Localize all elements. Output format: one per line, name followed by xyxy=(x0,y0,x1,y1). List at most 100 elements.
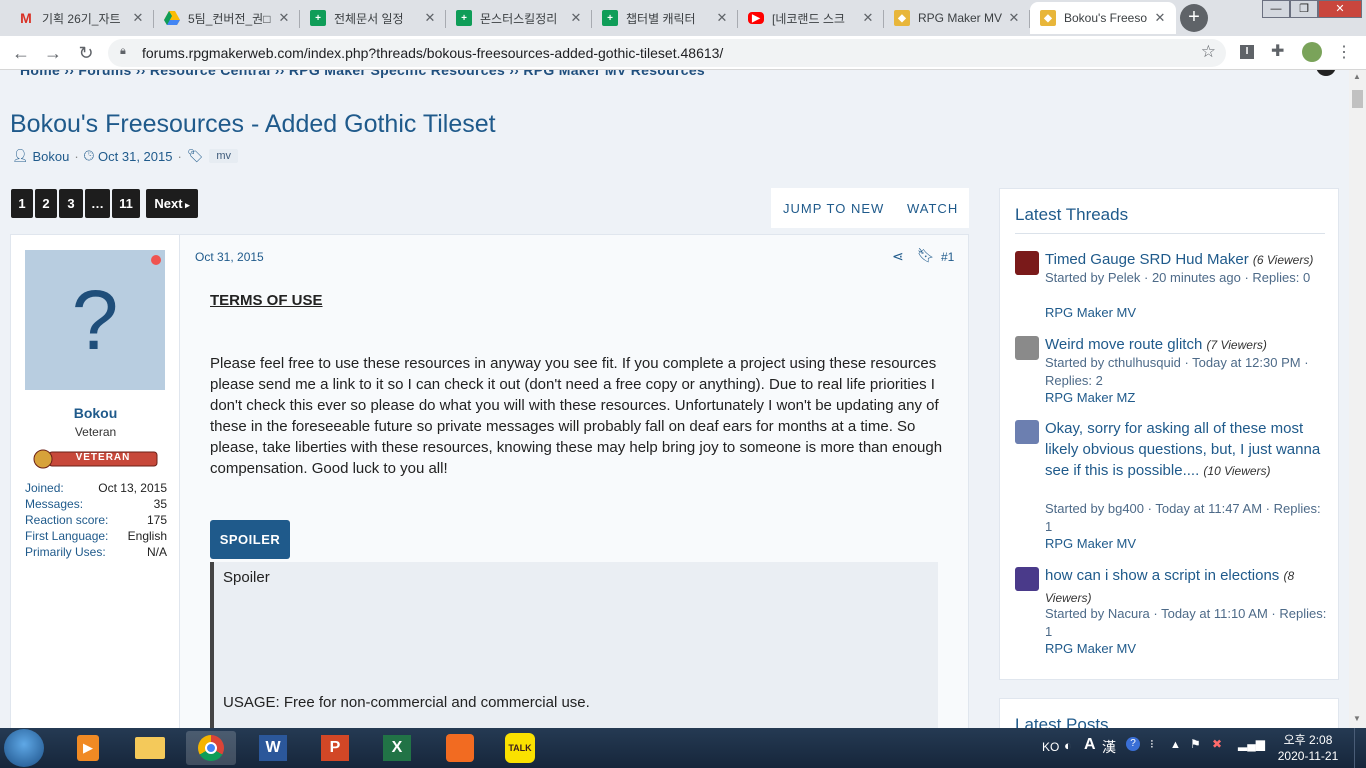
thread-forum[interactable]: RPG Maker MZ xyxy=(1045,390,1135,405)
post-body: TERMS OF USE Please feel free to use the… xyxy=(210,290,950,479)
rpgmaker-icon: ◆ xyxy=(1040,10,1056,26)
page-1-button[interactable]: 1 xyxy=(11,189,33,218)
watch-button[interactable]: WATCH xyxy=(907,201,958,216)
browser-tab[interactable]: M 기획 26기_자트 ✕ xyxy=(8,2,154,34)
browser-tab[interactable]: 5팀_컨버전_권□ ✕ xyxy=(154,2,300,34)
flag-icon[interactable]: ⚑ xyxy=(1190,737,1201,751)
breadcrumb[interactable]: Home ›› Forums ›› Resource Central ›› RP… xyxy=(20,70,705,78)
bookmark-star-icon[interactable]: ☆ xyxy=(1201,42,1216,62)
close-icon[interactable]: ✕ xyxy=(276,10,292,26)
tray-option-icon[interactable]: ⁝ xyxy=(1150,737,1154,751)
show-desktop-button[interactable] xyxy=(1354,728,1366,768)
thread-title[interactable]: Timed Gauge SRD Hud Maker (6 Viewers) xyxy=(1045,249,1330,271)
word-icon[interactable]: W xyxy=(248,731,298,765)
lock-icon[interactable]: 🔒︎ xyxy=(120,45,132,59)
thread-title[interactable]: Okay, sorry for asking all of these most… xyxy=(1045,418,1330,482)
page-ellipsis-button[interactable]: … xyxy=(85,189,110,218)
clock[interactable]: 오후 2:08 2020-11-21 xyxy=(1268,732,1348,764)
cat-app-icon[interactable] xyxy=(435,731,485,765)
profile-avatar[interactable] xyxy=(1302,42,1322,62)
page-3-button[interactable]: 3 xyxy=(59,189,83,218)
maximize-button[interactable]: ❐ xyxy=(1290,0,1318,18)
excel-icon[interactable]: X xyxy=(372,731,422,765)
scrollbar-thumb[interactable] xyxy=(1352,90,1363,108)
thread-title[interactable]: how can i show a script in elections (8 … xyxy=(1045,565,1330,609)
browser-tab-active[interactable]: ◆ Bokou's Freeso ✕ xyxy=(1030,2,1176,34)
thread-forum[interactable]: RPG Maker MV xyxy=(1045,641,1136,656)
network-error-icon[interactable]: ✖ xyxy=(1212,737,1222,751)
omnibox[interactable]: 🔒︎ forums.rpgmakerweb.com/index.php?thre… xyxy=(108,39,1226,67)
url-text[interactable]: forums.rpgmakerweb.com/index.php?threads… xyxy=(142,45,723,61)
browser-tab[interactable]: ▶ [네코랜드 스크 ✕ xyxy=(738,2,884,34)
thread-title[interactable]: Weird move route glitch (7 Viewers) xyxy=(1045,334,1330,356)
caret-right-icon: ▸ xyxy=(182,200,190,210)
sheets-icon: + xyxy=(602,10,618,26)
help-icon[interactable]: ? xyxy=(1126,737,1140,751)
thread-avatar[interactable] xyxy=(1015,420,1039,444)
user-avatar-partial[interactable] xyxy=(1316,70,1336,76)
thread-avatar[interactable] xyxy=(1015,336,1039,360)
thread-author[interactable]: Bokou xyxy=(33,149,70,164)
thread-avatar[interactable] xyxy=(1015,567,1039,591)
close-icon[interactable]: ✕ xyxy=(714,10,730,26)
globe-icon[interactable]: ◐ xyxy=(1064,738,1072,753)
powerpoint-icon[interactable]: P xyxy=(310,731,360,765)
kakaotalk-icon[interactable]: TALK xyxy=(495,731,545,765)
menu-kebab-icon[interactable]: ⋮ xyxy=(1336,42,1352,62)
user-name[interactable]: Bokou xyxy=(11,405,180,421)
page-2-button[interactable]: 2 xyxy=(35,189,57,218)
post-number[interactable]: #1 xyxy=(941,250,954,264)
show-hidden-icons[interactable]: ▲ xyxy=(1170,739,1181,751)
thread-date[interactable]: Oct 31, 2015 xyxy=(98,149,172,164)
extension-i-icon[interactable]: I xyxy=(1240,45,1254,59)
share-icon[interactable]: ⋖ xyxy=(892,248,904,265)
post-date[interactable]: Oct 31, 2015 xyxy=(195,250,264,264)
minimize-button[interactable]: — xyxy=(1262,0,1290,18)
media-player-icon[interactable]: ▶ xyxy=(63,731,113,765)
browser-tab[interactable]: + 몬스터스킬정리 ✕ xyxy=(446,2,592,34)
close-icon[interactable]: ✕ xyxy=(860,10,876,26)
next-page-button[interactable]: Next ▸ xyxy=(146,189,198,218)
scroll-down-icon[interactable]: ▼ xyxy=(1353,714,1361,723)
signal-icon[interactable]: ▂▄▆ xyxy=(1238,737,1265,751)
page-11-button[interactable]: 11 xyxy=(112,189,140,218)
jump-to-new-button[interactable]: JUMP TO NEW xyxy=(783,201,884,216)
latest-threads-heading[interactable]: Latest Threads xyxy=(1015,205,1128,225)
avatar[interactable]: ? xyxy=(25,250,165,390)
close-icon[interactable]: ✕ xyxy=(130,10,146,26)
stat-reaction: Reaction score: 175 xyxy=(25,513,167,527)
close-icon[interactable]: ✕ xyxy=(1006,10,1022,26)
scrollbar[interactable]: ▲ ▼ xyxy=(1349,70,1366,728)
close-icon[interactable]: ✕ xyxy=(422,10,438,26)
ime-hanja[interactable]: 漢 xyxy=(1102,737,1116,757)
tag-mv[interactable]: mv xyxy=(209,149,239,163)
youtube-icon: ▶ xyxy=(748,12,764,24)
file-explorer-icon[interactable] xyxy=(125,731,175,765)
bookmark-icon[interactable]: 🔖︎ xyxy=(917,247,935,264)
forward-icon[interactable]: → xyxy=(42,42,64,64)
thread-forum[interactable]: RPG Maker MV xyxy=(1045,536,1136,551)
latest-posts-heading[interactable]: Latest Posts xyxy=(1015,715,1109,728)
language-indicator[interactable]: KO xyxy=(1042,740,1059,754)
ime-a-icon[interactable]: A xyxy=(1084,736,1096,754)
start-orb[interactable] xyxy=(4,729,44,767)
scroll-up-icon[interactable]: ▲ xyxy=(1353,72,1361,81)
back-icon[interactable]: ← xyxy=(10,42,32,64)
browser-tab[interactable]: + 전체문서 일정 ✕ xyxy=(300,2,446,34)
thread-meta: 👤︎ Bokou · 🕒︎ Oct 31, 2015 · 🏷︎ mv xyxy=(12,148,239,164)
thread-meta: Started by bg400 · Today at 11:47 AM · R… xyxy=(1045,501,1321,534)
extensions-puzzle-icon[interactable]: ✚ xyxy=(1271,41,1284,61)
post: ? Bokou Veteran VETERAN Joined: Oct 13, 2… xyxy=(10,234,969,728)
reload-icon[interactable]: ↻ xyxy=(75,42,97,64)
thread-forum[interactable]: RPG Maker MV xyxy=(1045,305,1136,320)
browser-tab[interactable]: ◆ RPG Maker MV ✕ xyxy=(884,2,1030,34)
browser-tab[interactable]: + 챕터별 캐릭터 ✕ xyxy=(592,2,738,34)
spoiler-button[interactable]: SPOILER xyxy=(210,520,290,559)
close-icon[interactable]: ✕ xyxy=(568,10,584,26)
chrome-icon[interactable] xyxy=(186,731,236,765)
close-icon[interactable]: ✕ xyxy=(1152,10,1168,26)
thread-avatar[interactable] xyxy=(1015,251,1039,275)
window-close-button[interactable]: ✕ xyxy=(1318,0,1362,18)
new-tab-button[interactable]: + xyxy=(1180,4,1208,32)
divider xyxy=(1015,233,1325,234)
